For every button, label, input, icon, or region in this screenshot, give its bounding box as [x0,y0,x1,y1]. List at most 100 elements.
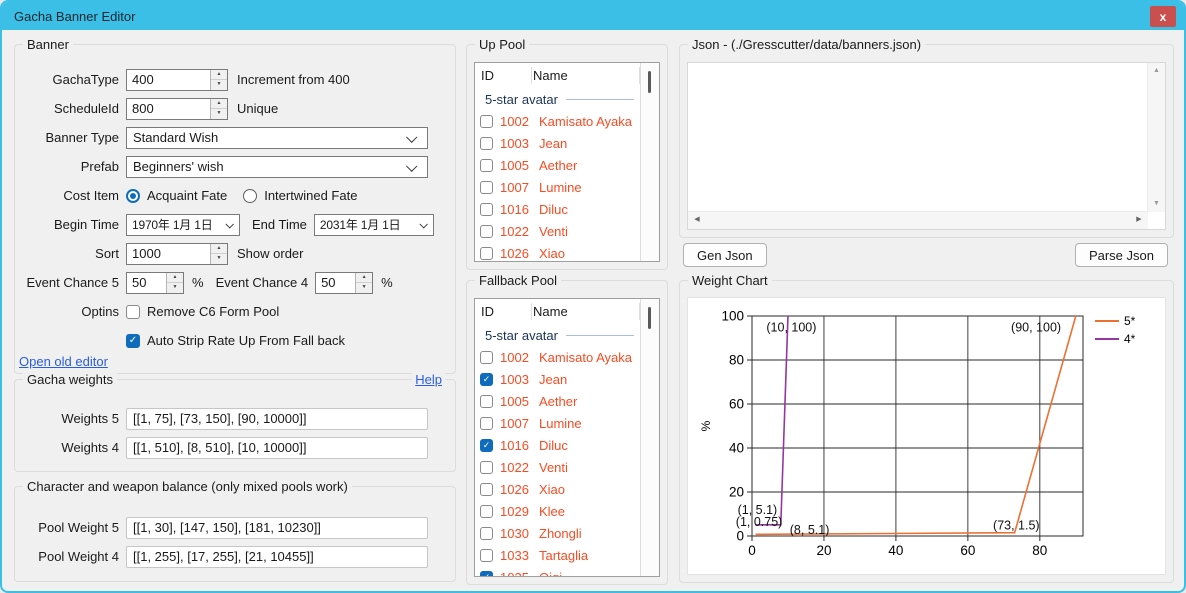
spin-down-button[interactable]: ▼ [211,80,227,90]
titlebar[interactable]: Gacha Banner Editor x [2,2,1184,30]
scrollbar-thumb[interactable] [648,307,651,329]
event-chance-4-input[interactable]: 50 ▲ ▼ [315,272,373,294]
row-checkbox[interactable] [480,571,493,578]
pool-row[interactable]: 1007 Lumine [475,412,659,434]
parse-json-button[interactable]: Parse Json [1075,243,1168,267]
prefab-select[interactable]: Beginners' wish [126,156,428,178]
section-divider-line [566,99,634,100]
sort-value: 1000 [127,244,210,264]
spin-up-button[interactable]: ▲ [211,99,227,110]
pool-row[interactable]: 1033 Tartaglia [475,544,659,566]
fallback-pool-scrollbar[interactable] [640,299,659,576]
row-checkbox[interactable] [480,225,493,238]
pool-row[interactable]: 1005 Aether [475,390,659,412]
weights-5-input[interactable]: [[1, 75], [73, 150], [90, 10000]] [126,408,428,430]
spin-down-button[interactable]: ▼ [211,109,227,119]
scroll-up-icon[interactable]: ▲ [1148,64,1165,78]
begin-time-picker[interactable]: 1970年 1月 1日 [126,214,240,236]
spin-up-button[interactable]: ▲ [167,273,183,284]
scroll-right-icon[interactable]: ▶ [1132,212,1146,229]
svg-text:(1, 0.75): (1, 0.75) [736,515,783,529]
pool-row[interactable]: 1016 Diluc [475,434,659,456]
pool-weight-4-input[interactable]: [[1, 255], [17, 255], [21, 10455]] [126,546,428,568]
pool-row[interactable]: 1026 Xiao [475,242,659,262]
pool-row[interactable]: 1030 Zhongli [475,522,659,544]
json-textarea[interactable]: ▲ ▼ ◀ ▶ [687,62,1166,230]
column-header-id[interactable]: ID [475,68,525,83]
row-checkbox[interactable] [480,351,493,364]
gacha-banner-editor-window: Gacha Banner Editor x Banner GachaType 4… [0,0,1186,593]
event-chance-5-input[interactable]: 50 ▲ ▼ [126,272,184,294]
row-checkbox[interactable] [480,527,493,540]
weights-4-input[interactable]: [[1, 510], [8, 510], [10, 10000]] [126,437,428,459]
row-checkbox[interactable] [480,439,493,452]
gacha-type-input[interactable]: 400 ▲ ▼ [126,69,228,91]
pool-row[interactable]: 1026 Xiao [475,478,659,500]
spin-up-button[interactable]: ▲ [211,244,227,255]
intertwined-fate-radio[interactable]: Intertwined Fate [243,188,357,203]
pool-row[interactable]: 1007 Lumine [475,176,659,198]
open-old-editor-link[interactable]: Open old editor [19,354,108,369]
pool-row[interactable]: 1022 Venti [475,456,659,478]
spin-down-button[interactable]: ▼ [356,283,372,293]
pool-row[interactable]: 1002 Kamisato Ayaka [475,110,659,132]
gen-json-button[interactable]: Gen Json [683,243,767,267]
banner-type-select[interactable]: Standard Wish [126,127,428,149]
close-button[interactable]: x [1150,6,1176,27]
row-checkbox[interactable] [480,549,493,562]
row-checkbox[interactable] [480,247,493,260]
row-name: Kamisato Ayaka [539,114,632,129]
row-checkbox[interactable] [480,115,493,128]
auto-strip-checkbox[interactable]: Auto Strip Rate Up From Fall back [126,333,345,348]
spin-up-button[interactable]: ▲ [211,70,227,81]
sort-input[interactable]: 1000 ▲ ▼ [126,243,228,265]
pool-row[interactable]: 1029 Klee [475,500,659,522]
pool-row[interactable]: 1003 Jean [475,132,659,154]
row-checkbox[interactable] [480,373,493,386]
pool-row[interactable]: 1002 Kamisato Ayaka [475,346,659,368]
spin-buttons: ▲ ▼ [210,244,227,264]
intertwined-fate-label: Intertwined Fate [264,188,357,203]
row-checkbox[interactable] [480,395,493,408]
row-checkbox[interactable] [480,159,493,172]
column-header-id[interactable]: ID [475,304,525,319]
row-checkbox[interactable] [480,483,493,496]
row-checkbox[interactable] [480,137,493,150]
spin-down-button[interactable]: ▼ [211,254,227,264]
row-checkbox[interactable] [480,417,493,430]
row-checkbox[interactable] [480,461,493,474]
optins-row-1: Optins Remove C6 Form Pool [15,297,447,326]
json-horizontal-scrollbar[interactable]: ◀ ▶ [688,211,1148,229]
scroll-left-icon[interactable]: ◀ [690,212,704,229]
remove-c6-checkbox[interactable]: Remove C6 Form Pool [126,304,279,319]
up-pool-section-row: 5-star avatar [475,88,659,110]
end-time-picker[interactable]: 2031年 1月 1日 [314,214,434,236]
pool-row[interactable]: 1005 Aether [475,154,659,176]
acquaint-fate-radio[interactable]: Acquaint Fate [126,188,227,203]
spin-down-button[interactable]: ▼ [167,283,183,293]
json-panel-group: Json - (./Gresscutter/data/banners.json)… [679,44,1174,238]
row-checkbox[interactable] [480,203,493,216]
row-name: Diluc [539,438,568,453]
section-label: 5-star avatar [485,92,558,107]
scroll-down-icon[interactable]: ▼ [1148,197,1165,211]
pool-row[interactable]: 1003 Jean [475,368,659,390]
spin-buttons: ▲ ▼ [166,273,183,293]
pool-row[interactable]: 1035 Qiqi [475,566,659,577]
json-vertical-scrollbar[interactable]: ▲ ▼ [1147,63,1165,212]
up-pool-scrollbar[interactable] [640,63,659,261]
row-checkbox[interactable] [480,181,493,194]
schedule-id-input[interactable]: 800 ▲ ▼ [126,98,228,120]
banner-type-row: Banner Type Standard Wish [15,123,447,152]
row-checkbox[interactable] [480,505,493,518]
svg-text:5*: 5* [1124,314,1136,328]
weight-chart-svg: 020406080020406080100%(10, 100)(90, 100)… [688,298,1167,576]
pool-row[interactable]: 1022 Venti [475,220,659,242]
pool-row[interactable]: 1016 Diluc [475,198,659,220]
row-name: Aether [539,158,577,173]
gacha-type-hint: Increment from 400 [237,72,350,87]
spin-up-button[interactable]: ▲ [356,273,372,284]
pool-weight-5-input[interactable]: [[1, 30], [147, 150], [181, 10230]] [126,517,428,539]
scrollbar-thumb[interactable] [648,71,651,93]
weights-5-row: Weights 5 [[1, 75], [73, 150], [90, 1000… [15,404,447,433]
